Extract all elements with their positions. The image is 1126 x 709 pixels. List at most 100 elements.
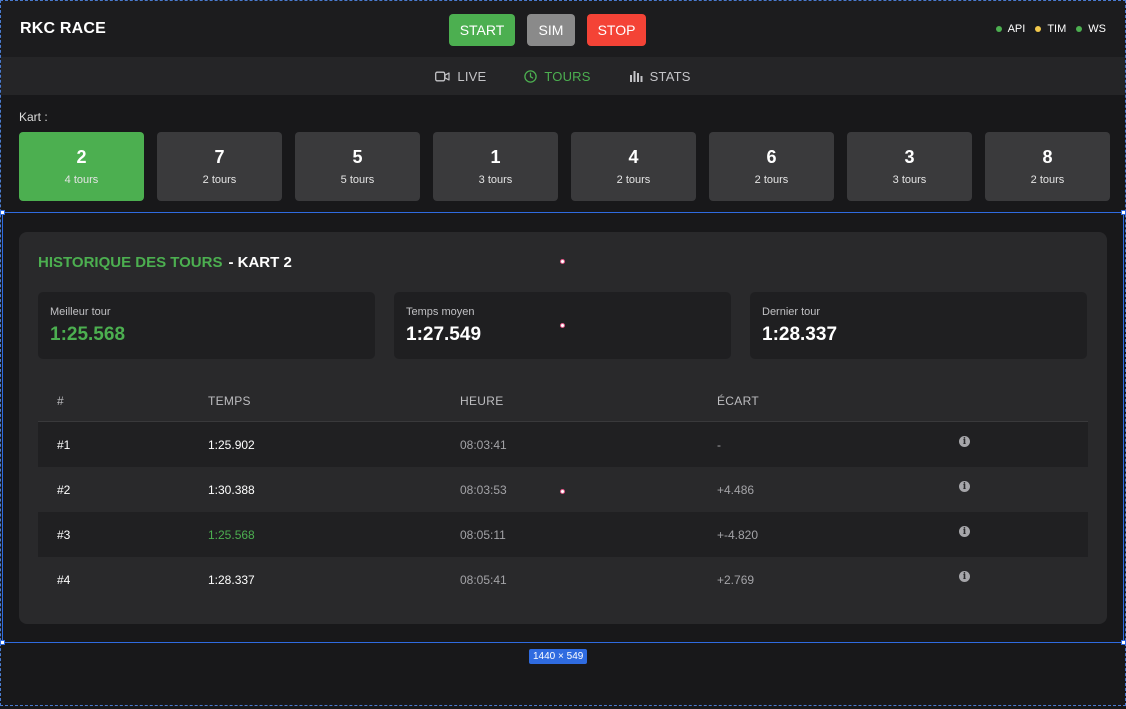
kart-lap-count: 3 tours	[478, 174, 513, 186]
sim-button[interactable]: SIM	[527, 14, 575, 46]
table-header: # TEMPS HEURE ÉCART	[38, 377, 1088, 422]
kart-selector-label: Kart :	[19, 110, 48, 124]
column-header-time: TEMPS	[208, 394, 251, 408]
column-header-number: #	[57, 394, 64, 408]
status-ws-label: WS	[1088, 23, 1106, 35]
best-lap-card: Meilleur tour 1:25.568	[38, 292, 375, 359]
resize-handle-bottom-right[interactable]	[1121, 640, 1126, 645]
main-tabs: LIVE TOURS STATS	[1, 57, 1125, 95]
lap-gap: -	[717, 438, 721, 452]
panel-title: HISTORIQUE DES TOURS - KART 2	[38, 254, 292, 271]
last-lap-label: Dernier tour	[762, 306, 821, 318]
kart-number: 8	[1042, 147, 1053, 167]
tab-live[interactable]: LIVE	[435, 69, 486, 84]
average-time-label: Temps moyen	[406, 306, 475, 318]
status-api-label: API	[1007, 23, 1026, 35]
lap-clock: 08:03:53	[460, 483, 507, 497]
table-row: #3 1:25.568 08:05:11 +-4.820 i	[38, 512, 1088, 557]
lap-number: #4	[57, 573, 71, 587]
info-icon[interactable]: i	[959, 571, 970, 582]
status-tim: TIM	[1035, 23, 1066, 35]
kart-card-7[interactable]: 7 2 tours	[157, 132, 282, 201]
average-time-value: 1:27.549	[406, 324, 482, 345]
kart-number: 1	[490, 147, 501, 167]
kart-lap-count: 2 tours	[1030, 174, 1065, 186]
lap-gap: +-4.820	[717, 528, 759, 542]
status-api: API	[995, 23, 1026, 35]
kart-number: 3	[904, 147, 915, 167]
info-icon[interactable]: i	[959, 481, 970, 492]
status-dot-icon	[995, 26, 1002, 32]
lap-time: 1:28.337	[208, 573, 255, 587]
start-button[interactable]: START	[449, 14, 515, 46]
status-dot-icon	[1076, 26, 1083, 32]
kart-card-5[interactable]: 5 5 tours	[295, 132, 420, 201]
lap-clock: 08:03:41	[460, 438, 507, 452]
lap-time: 1:25.902	[208, 438, 255, 452]
kart-lap-count: 2 tours	[754, 174, 789, 186]
kart-card-2[interactable]: 2 4 tours	[19, 132, 144, 201]
top-bar: RKC RACE START SIM STOP API TIM WS	[1, 1, 1125, 57]
tab-tours-label: TOURS	[544, 68, 591, 84]
lap-number: #1	[57, 438, 71, 452]
app-title: RKC RACE	[20, 20, 107, 37]
table-row: #4 1:28.337 08:05:41 +2.769 i	[38, 557, 1088, 602]
video-icon	[435, 71, 450, 82]
kart-lap-count: 2 tours	[616, 174, 651, 186]
anchor-point-icon	[560, 489, 565, 494]
tab-stats[interactable]: STATS	[629, 69, 691, 84]
kart-card-8[interactable]: 8 2 tours	[985, 132, 1110, 201]
lap-number: #3	[57, 528, 71, 542]
stop-button[interactable]: STOP	[587, 14, 646, 46]
kart-lap-count: 5 tours	[340, 174, 375, 186]
lap-time-best: 1:25.568	[208, 528, 255, 542]
lap-clock: 08:05:41	[460, 573, 507, 587]
kart-lap-count: 3 tours	[892, 174, 927, 186]
kart-card-4[interactable]: 4 2 tours	[571, 132, 696, 201]
kart-number: 6	[766, 147, 777, 167]
kart-card-1[interactable]: 1 3 tours	[433, 132, 558, 201]
clock-icon	[524, 69, 538, 83]
kart-lap-count: 4 tours	[64, 174, 99, 186]
bar-chart-icon	[629, 69, 643, 83]
resize-handle-top-left[interactable]	[0, 210, 5, 215]
race-controls: START SIM STOP	[449, 14, 646, 46]
info-icon[interactable]: i	[959, 526, 970, 537]
resize-handle-top-right[interactable]	[1121, 210, 1126, 215]
kart-number: 5	[352, 147, 363, 167]
kart-card-3[interactable]: 3 3 tours	[847, 132, 972, 201]
best-lap-label: Meilleur tour	[50, 306, 111, 318]
status-ws: WS	[1076, 23, 1106, 35]
lap-history-panel: HISTORIQUE DES TOURS - KART 2 Meilleur t…	[19, 232, 1107, 624]
lap-clock: 08:05:11	[460, 528, 506, 542]
lap-gap: +4.486	[717, 483, 755, 497]
kart-number: 4	[628, 147, 639, 167]
status-dot-icon	[1035, 26, 1042, 32]
column-header-clock: HEURE	[460, 394, 504, 408]
lap-time: 1:30.388	[208, 483, 255, 497]
last-lap-card: Dernier tour 1:28.337	[750, 292, 1087, 359]
table-row: #1 1:25.902 08:03:41 - i	[38, 422, 1088, 467]
lap-number: #2	[57, 483, 71, 497]
kart-number: 2	[76, 147, 87, 167]
info-icon[interactable]: i	[959, 436, 970, 447]
resize-handle-bottom-left[interactable]	[0, 640, 5, 645]
kart-number: 7	[214, 147, 225, 167]
history-kart-label: - KART 2	[228, 254, 292, 271]
kart-card-6[interactable]: 6 2 tours	[709, 132, 834, 201]
last-lap-value: 1:28.337	[762, 324, 838, 345]
lap-gap: +2.769	[717, 573, 755, 587]
connection-status: API TIM WS	[995, 23, 1106, 35]
kart-lap-count: 2 tours	[202, 174, 237, 186]
anchor-point-icon	[560, 259, 565, 264]
tab-stats-label: STATS	[649, 68, 691, 84]
column-header-gap: ÉCART	[717, 394, 759, 408]
tab-live-label: LIVE	[457, 68, 487, 84]
history-title: HISTORIQUE DES TOURS	[38, 254, 223, 271]
best-lap-value: 1:25.568	[50, 324, 126, 345]
selection-size-badge: 1440 × 549	[529, 649, 588, 664]
kart-selector: 2 4 tours 7 2 tours 5 5 tours 1 3 tours …	[19, 132, 1110, 201]
status-tim-label: TIM	[1047, 23, 1067, 35]
tab-tours[interactable]: TOURS	[524, 69, 590, 84]
anchor-point-icon	[560, 323, 565, 328]
